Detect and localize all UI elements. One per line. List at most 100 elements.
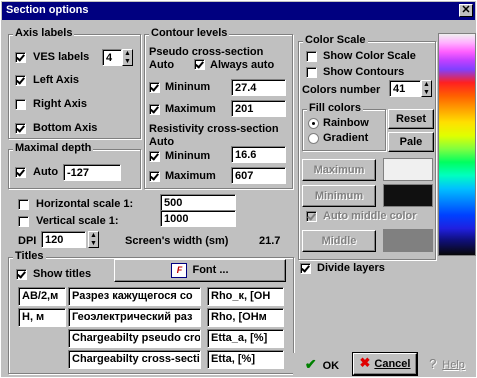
- spin-down-icon[interactable]: ▼: [422, 89, 431, 97]
- right-axis-checkbox[interactable]: [15, 99, 26, 110]
- resistivity-auto-text: Auto: [149, 136, 175, 148]
- contour-levels-caption: Contour levels: [149, 27, 230, 39]
- ves-labels-label: VES labels: [33, 51, 90, 63]
- left-axis-checkbox[interactable]: [15, 75, 26, 86]
- title-row-3-unit[interactable]: Etta_a, [%]: [207, 329, 284, 348]
- vertical-scale-label: Vertical scale 1:: [36, 215, 119, 227]
- vertical-scale-checkbox[interactable]: [18, 216, 29, 227]
- middle-color-button[interactable]: Middle: [302, 230, 376, 252]
- divide-layers-checkbox[interactable]: [300, 263, 311, 274]
- pseudo-section-caption: Pseudo cross-section: [149, 46, 264, 58]
- dpi-input[interactable]: 120: [41, 231, 86, 248]
- resistivity-section-caption: Resistivity cross-section: [149, 123, 279, 135]
- ok-button-label: OK: [322, 360, 340, 372]
- gradient-label: Gradient: [323, 132, 369, 144]
- rainbow-radio[interactable]: [308, 118, 319, 129]
- resist-min-checkbox[interactable]: [149, 151, 160, 162]
- resist-max-input[interactable]: 607: [231, 167, 286, 184]
- section-options-dialog: Section options ✕ Axis labels VES labels…: [0, 0, 477, 378]
- title-bar: Section options ✕: [2, 2, 475, 20]
- font-icon: F: [171, 262, 188, 278]
- maximal-depth-input[interactable]: -127: [63, 164, 121, 181]
- middle-color-swatch[interactable]: [383, 229, 433, 252]
- bottom-axis-checkbox[interactable]: [15, 123, 26, 134]
- title-row-1-main[interactable]: Разрез кажущегося со: [68, 287, 201, 306]
- color-scale-caption: Color Scale: [303, 34, 368, 46]
- font-button[interactable]: F Font ...: [114, 259, 286, 282]
- title-row-2-main[interactable]: Геоэлектрический раз: [68, 308, 201, 327]
- show-contours-checkbox[interactable]: [306, 67, 317, 78]
- spin-up-icon[interactable]: ▲: [422, 81, 431, 89]
- title-row-1-unit[interactable]: Rho_к, [OH: [207, 287, 284, 306]
- fill-colors-caption: Fill colors: [307, 102, 363, 114]
- right-axis-label: Right Axis: [33, 98, 87, 110]
- spin-up-icon[interactable]: ▲: [89, 232, 98, 240]
- show-contours-label: Show Contours: [323, 66, 405, 78]
- maximal-depth-auto-label: Auto: [33, 166, 59, 178]
- show-titles-checkbox[interactable]: [16, 269, 27, 280]
- spin-down-icon[interactable]: ▼: [89, 240, 98, 248]
- dpi-label: DPI: [18, 235, 37, 247]
- close-button[interactable]: ✕: [459, 4, 473, 17]
- resist-max-checkbox[interactable]: [149, 171, 160, 182]
- gradient-radio[interactable]: [308, 133, 319, 144]
- help-button-label: Help: [442, 359, 465, 371]
- window-title: Section options: [6, 4, 89, 16]
- show-color-scale-label: Show Color Scale: [323, 50, 416, 62]
- spin-down-icon[interactable]: ▼: [123, 58, 132, 66]
- rainbow-label: Rainbow: [323, 117, 369, 129]
- always-auto-checkbox[interactable]: [194, 59, 205, 70]
- horizontal-scale-input[interactable]: 500: [160, 194, 236, 211]
- title-row-4-main[interactable]: Chargeabilty cross-secti: [68, 350, 201, 369]
- resist-max-label: Maximum: [165, 170, 216, 182]
- screen-width-label: Screen's width (sm): [125, 235, 229, 247]
- ves-labels-input[interactable]: 4: [102, 49, 122, 66]
- pseudo-min-label: Mininum: [165, 81, 211, 93]
- auto-middle-color-label: Auto middle color: [323, 210, 417, 222]
- cancel-button[interactable]: ✖ Cancel: [352, 352, 418, 376]
- pale-button[interactable]: Pale: [388, 132, 434, 152]
- help-question-icon: ?: [429, 356, 437, 371]
- show-color-scale-checkbox[interactable]: [306, 51, 317, 62]
- reset-button[interactable]: Reset: [388, 109, 434, 129]
- title-row-3-main[interactable]: Chargeabilty pseudo cro: [68, 329, 201, 348]
- ves-labels-checkbox[interactable]: [15, 52, 26, 63]
- maximum-color-button[interactable]: Maximum: [302, 159, 376, 181]
- cancel-x-icon: ✖: [359, 355, 371, 370]
- pseudo-auto-text: Auto: [149, 59, 175, 71]
- pseudo-max-input[interactable]: 201: [231, 100, 286, 117]
- left-axis-label: Left Axis: [33, 74, 80, 86]
- ves-labels-spinner[interactable]: ▲ ▼: [122, 49, 133, 66]
- checkmark-icon: ✔: [304, 356, 317, 372]
- font-button-label: Font ...: [192, 264, 229, 276]
- title-row-4-unit[interactable]: Etta, [%]: [207, 350, 284, 369]
- title-row-2-short[interactable]: H, м: [18, 308, 66, 327]
- pseudo-min-checkbox[interactable]: [149, 82, 160, 93]
- maximal-depth-auto-checkbox[interactable]: [15, 167, 26, 178]
- pseudo-max-checkbox[interactable]: [149, 104, 160, 115]
- minimum-color-button[interactable]: Minimum: [302, 185, 376, 207]
- colors-number-spinner[interactable]: ▲ ▼: [421, 80, 432, 97]
- pseudo-max-label: Maximum: [165, 103, 216, 115]
- horizontal-scale-checkbox[interactable]: [18, 199, 29, 210]
- cancel-button-label: Cancel: [374, 358, 411, 370]
- divide-layers-label: Divide layers: [317, 262, 385, 274]
- minimum-color-swatch[interactable]: [383, 184, 433, 207]
- colors-number-input[interactable]: 41: [389, 80, 421, 97]
- auto-middle-color-checkbox[interactable]: [306, 211, 317, 222]
- ok-button[interactable]: ✔ OK: [293, 353, 351, 375]
- horizontal-scale-label: Horizontal scale 1:: [36, 198, 134, 210]
- vertical-scale-input[interactable]: 1000: [160, 210, 236, 227]
- title-row-2-unit[interactable]: Rho, [OHм: [207, 308, 284, 327]
- title-row-1-short[interactable]: AB/2,м: [18, 287, 66, 306]
- resist-min-input[interactable]: 16.6: [231, 146, 286, 163]
- titles-caption: Titles: [13, 250, 46, 262]
- dpi-spinner[interactable]: ▲ ▼: [88, 231, 99, 248]
- fill-colors-group: Fill colors: [302, 102, 386, 151]
- pseudo-min-input[interactable]: 27.4: [231, 79, 286, 96]
- maximum-color-swatch[interactable]: [383, 158, 433, 181]
- always-auto-label: Always auto: [210, 59, 275, 71]
- spin-up-icon[interactable]: ▲: [123, 50, 132, 58]
- colors-number-label: Colors number: [302, 84, 381, 96]
- help-button[interactable]: ? Help: [419, 353, 475, 375]
